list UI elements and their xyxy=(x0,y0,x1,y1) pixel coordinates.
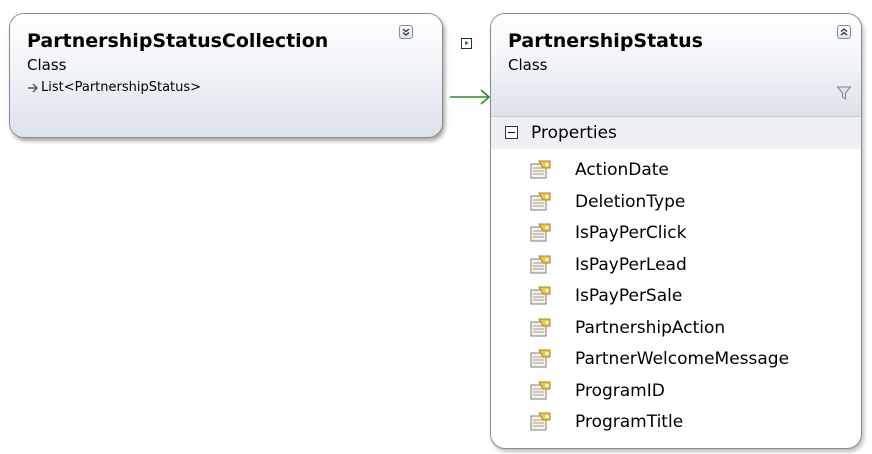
property-item[interactable]: PartnershipAction xyxy=(491,312,861,344)
property-name: DeletionType xyxy=(575,191,686,212)
property-item[interactable]: IsPayPerSale xyxy=(491,280,861,312)
partnership-status-collection-class[interactable]: PartnershipStatusCollection Class List<P… xyxy=(9,13,443,138)
property-name: PartnershipAction xyxy=(575,317,726,338)
compartment-label: Properties xyxy=(531,123,617,143)
property-icon xyxy=(530,381,551,399)
property-item[interactable]: ActionDate xyxy=(491,154,861,186)
property-name: ProgramTitle xyxy=(575,412,684,432)
property-icon xyxy=(530,349,551,368)
chevron-double-up-icon[interactable] xyxy=(837,25,851,39)
property-item[interactable]: ProgramID xyxy=(491,375,861,407)
property-name: ProgramID xyxy=(575,380,665,401)
property-icon xyxy=(530,223,551,242)
property-list: ActionDate DeletionType IsPayPerClick IsPay… xyxy=(491,154,861,438)
property-icon xyxy=(530,192,551,210)
inheritance-arrow-icon xyxy=(28,83,38,92)
property-icon xyxy=(530,255,551,273)
inheritance-line: List<PartnershipStatus> xyxy=(27,80,201,95)
property-item[interactable]: PartnerWelcomeMessage xyxy=(491,343,861,375)
property-icon xyxy=(530,286,551,305)
property-item[interactable]: DeletionType xyxy=(491,186,861,218)
properties-compartment-header[interactable]: Properties xyxy=(491,117,861,149)
base-type-label: List<PartnershipStatus> xyxy=(41,80,202,95)
chevron-double-down-icon[interactable] xyxy=(399,25,413,39)
property-icon xyxy=(530,318,551,336)
class-name: PartnershipStatus xyxy=(508,30,703,52)
property-name: ActionDate xyxy=(575,160,669,180)
property-name: IsPayPerLead xyxy=(575,254,687,275)
property-item[interactable]: IsPayPerClick xyxy=(491,217,861,249)
class-kind: Class xyxy=(27,56,67,74)
expand-marker-icon[interactable] xyxy=(461,38,472,49)
property-item[interactable]: ProgramTitle xyxy=(491,406,861,438)
collapse-toggle-icon[interactable] xyxy=(505,126,518,139)
class-diagram-canvas: PartnershipStatusCollection Class List<P… xyxy=(0,0,872,454)
property-name: PartnerWelcomeMessage xyxy=(575,349,790,369)
property-icon xyxy=(530,412,551,431)
partnership-status-class[interactable]: PartnershipStatus Class Properties Actio… xyxy=(490,13,862,449)
property-name: IsPayPerSale xyxy=(575,286,683,306)
class-kind: Class xyxy=(508,56,548,74)
property-icon xyxy=(530,160,551,179)
funnel-icon[interactable] xyxy=(836,85,852,101)
property-name: IsPayPerClick xyxy=(575,223,687,243)
property-item[interactable]: IsPayPerLead xyxy=(491,249,861,281)
class-name: PartnershipStatusCollection xyxy=(27,30,329,52)
